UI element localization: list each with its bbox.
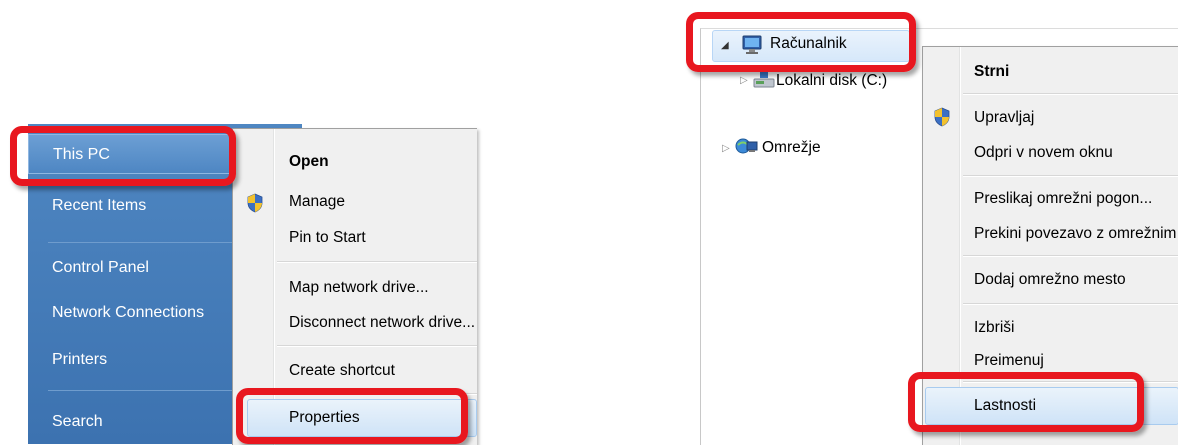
menu-item-delete[interactable]: Izbriši: [974, 319, 1014, 337]
highlight-box-this-pc: [10, 126, 236, 186]
highlight-box-properties: [236, 388, 468, 444]
menu-separator: [277, 345, 477, 347]
menu-item-create-shortcut[interactable]: Create shortcut: [289, 362, 395, 380]
expand-triangle-icon[interactable]: ▷: [722, 143, 730, 154]
highlight-box-properties: [908, 372, 1144, 432]
start-item-control-panel[interactable]: Control Panel: [28, 248, 262, 288]
menu-item-open[interactable]: Open: [289, 153, 329, 171]
menu-separator: [963, 175, 1178, 177]
menu-item-label: Disconnect network drive...: [289, 314, 475, 331]
menu-item-label: Strni: [974, 63, 1010, 80]
start-item-recent-items[interactable]: Recent Items: [28, 186, 262, 226]
menu-item-manage[interactable]: Manage: [289, 193, 345, 211]
tree-label-local-disk[interactable]: Lokalni disk (C:): [776, 72, 887, 90]
menu-item-rename[interactable]: Preimenuj: [974, 352, 1044, 370]
start-item-label: Control Panel: [52, 259, 149, 276]
menu-item-label: Izbriši: [974, 319, 1015, 336]
start-menu-separator: [48, 390, 248, 391]
menu-separator: [963, 93, 1178, 95]
menu-item-label: Map network drive...: [289, 279, 429, 296]
menu-item-label: Preslikaj omrežni pogon...: [974, 190, 1153, 207]
menu-item-disconnect-network-drive[interactable]: Prekini povezavo z omrežnim pogonom...: [974, 225, 1177, 243]
expand-triangle-icon[interactable]: ▷: [740, 75, 748, 86]
menu-item-collapse[interactable]: Strni: [974, 63, 1009, 81]
local-disk-icon: [753, 72, 775, 88]
menu-item-label: Odpri v novem oknu: [974, 144, 1113, 161]
menu-item-label: Preimenuj: [974, 352, 1044, 369]
start-item-label: Printers: [52, 351, 108, 368]
menu-item-label: Manage: [289, 193, 346, 210]
menu-item-manage[interactable]: Upravljaj: [974, 109, 1034, 127]
menu-item-open-new-window[interactable]: Odpri v novem oknu: [974, 144, 1113, 162]
menu-item-pin-to-start[interactable]: Pin to Start: [289, 229, 366, 247]
network-icon: [735, 138, 758, 154]
uac-shield-icon: [934, 107, 950, 127]
start-item-label: Network Connections: [52, 304, 205, 321]
menu-separator: [277, 261, 477, 263]
uac-shield-icon: [247, 193, 263, 213]
menu-separator: [963, 303, 1178, 305]
highlight-box-computer: [686, 12, 916, 72]
start-item-label: Recent Items: [52, 197, 147, 214]
start-item-search[interactable]: Search: [28, 402, 262, 442]
menu-item-label: Dodaj omrežno mesto: [974, 271, 1126, 288]
menu-item-disconnect-network-drive[interactable]: Disconnect network drive...: [289, 314, 475, 332]
start-item-network-connections[interactable]: Network Connections: [28, 293, 262, 333]
menu-separator: [963, 255, 1178, 257]
menu-item-map-network-drive[interactable]: Map network drive...: [289, 279, 429, 297]
menu-item-label: Prekini povezavo z omrežnim pogonom...: [974, 225, 1177, 242]
start-item-label: Search: [52, 413, 103, 430]
menu-item-map-network-drive[interactable]: Preslikaj omrežni pogon...: [974, 190, 1177, 208]
start-item-printers[interactable]: Printers: [28, 340, 262, 380]
menu-item-label: Create shortcut: [289, 362, 395, 379]
menu-item-label: Open: [289, 153, 329, 170]
tree-label-network[interactable]: Omrežje: [762, 139, 821, 157]
menu-item-add-network-location[interactable]: Dodaj omrežno mesto: [974, 271, 1126, 289]
menu-item-label: Upravljaj: [974, 109, 1035, 126]
menu-item-label: Pin to Start: [289, 229, 366, 246]
start-menu-separator: [48, 242, 248, 243]
